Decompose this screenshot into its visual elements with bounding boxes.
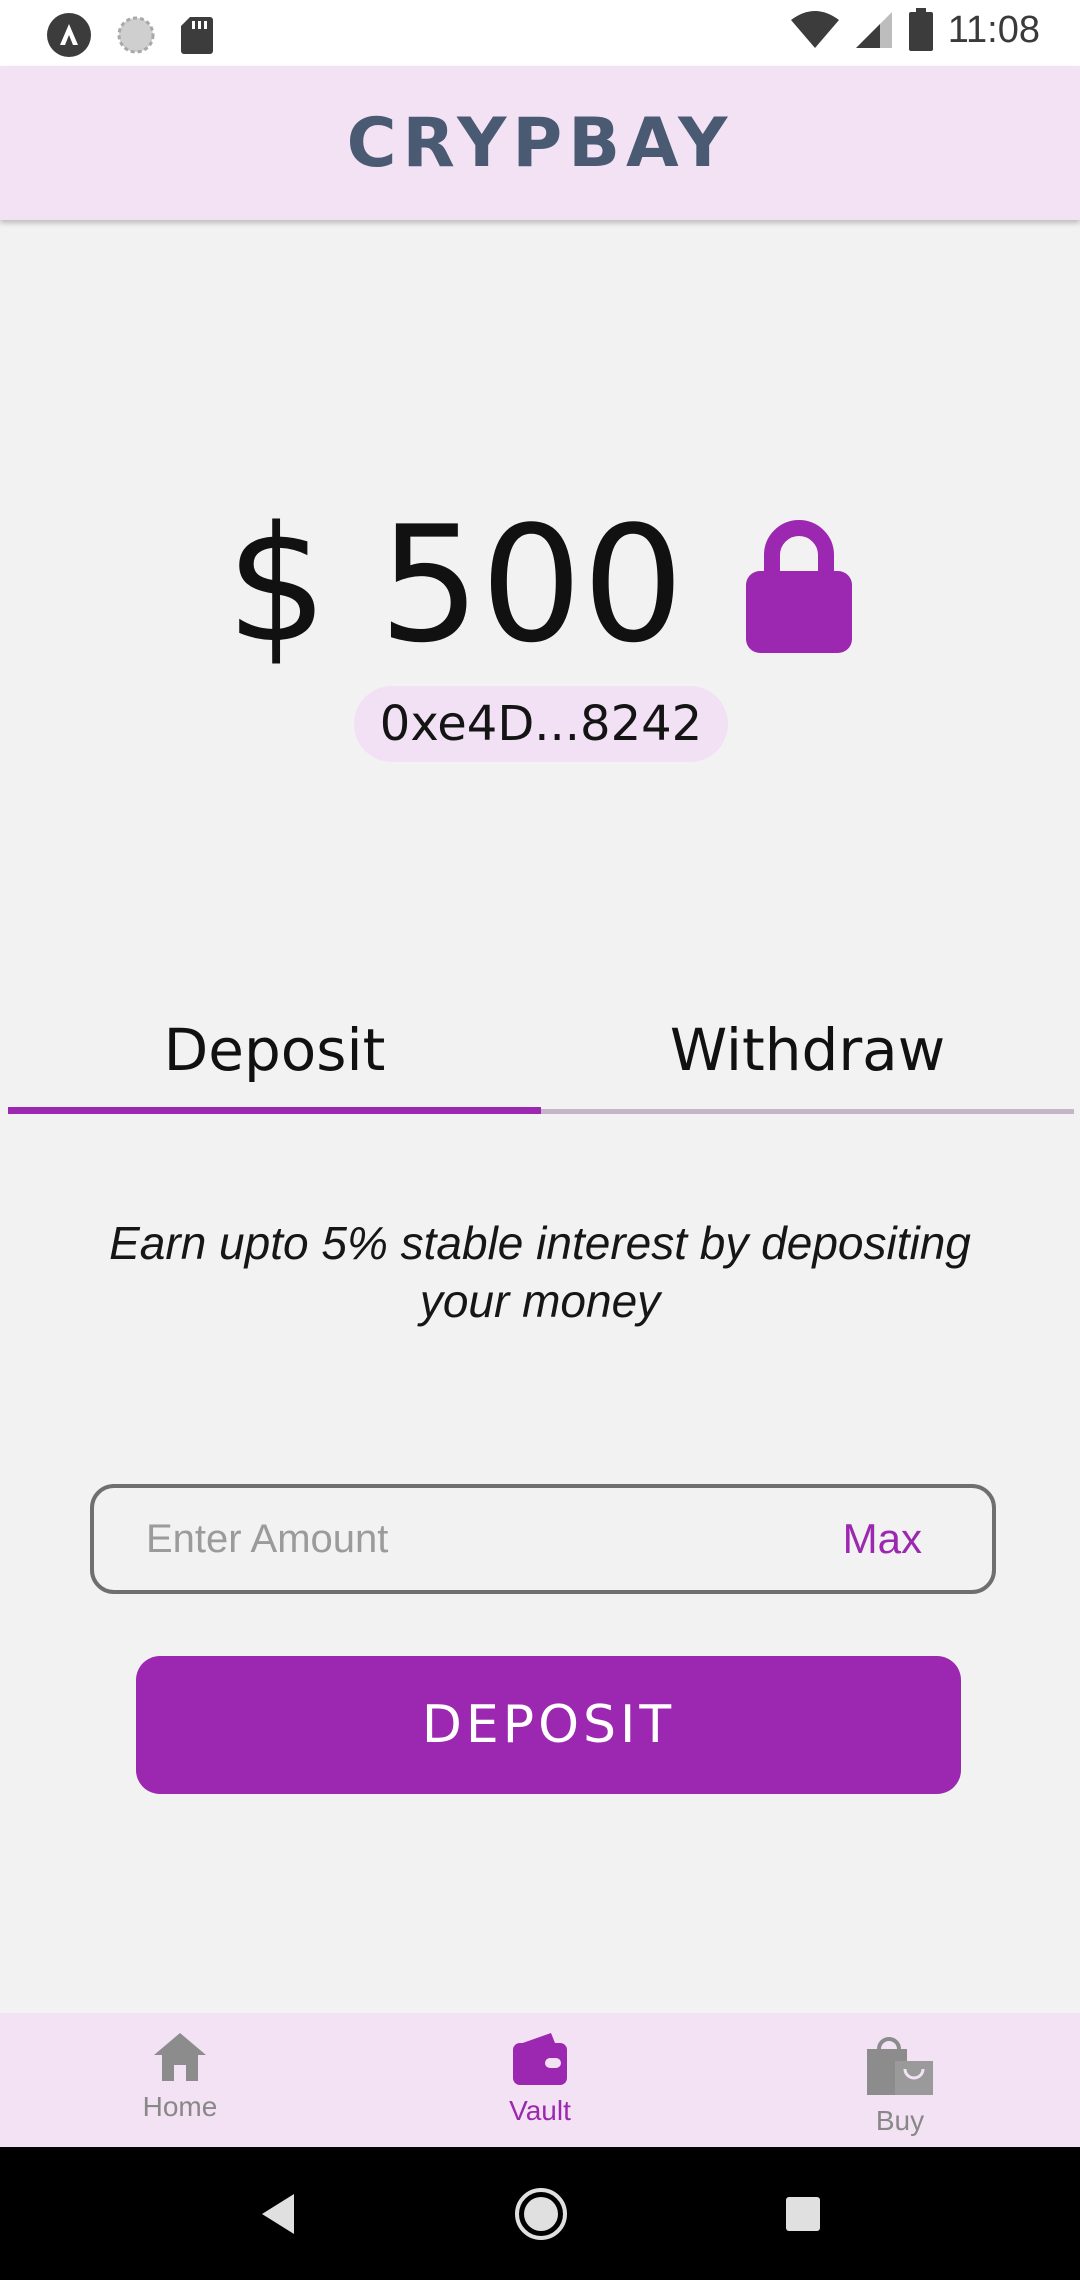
amount-input[interactable] bbox=[144, 1515, 843, 1563]
app-header: CRYPBAY bbox=[0, 66, 1080, 220]
nav-item-vault[interactable]: Vault bbox=[360, 2013, 720, 2147]
recents-icon bbox=[786, 2196, 821, 2231]
home-icon bbox=[154, 2033, 206, 2081]
status-right-icons: 11:08 bbox=[790, 8, 1040, 52]
wifi-icon bbox=[790, 11, 839, 48]
deposit-button-label: DEPOSIT bbox=[421, 1695, 676, 1755]
app-title: CRYPBAY bbox=[346, 103, 734, 183]
nav-label-buy: Buy bbox=[875, 2105, 925, 2136]
balance-row: $ 500 bbox=[0, 490, 1080, 680]
status-bar: 11:08 bbox=[0, 0, 1080, 66]
tab-withdraw[interactable]: Withdraw bbox=[541, 1010, 1074, 1114]
sd-card-icon bbox=[181, 17, 213, 54]
nav-label-home: Home bbox=[142, 2091, 218, 2122]
deposit-button[interactable]: DEPOSIT bbox=[136, 1656, 961, 1794]
status-left-icons bbox=[46, 12, 214, 58]
home-circle-icon bbox=[514, 2187, 567, 2240]
max-button[interactable]: Max bbox=[843, 1515, 922, 1563]
status-time: 11:08 bbox=[947, 8, 1040, 51]
signal-icon bbox=[855, 12, 892, 48]
nav-item-buy[interactable]: Buy bbox=[720, 2013, 1080, 2147]
system-nav-bar bbox=[0, 2147, 1080, 2280]
tab-withdraw-label: Withdraw bbox=[669, 1016, 946, 1084]
vault-balance: $ 500 bbox=[225, 491, 685, 678]
wallet-address-pill[interactable]: 0xe4D...8242 bbox=[354, 686, 728, 762]
app-logo-icon bbox=[47, 13, 91, 57]
amount-field[interactable]: Max bbox=[90, 1484, 996, 1594]
nav-item-home[interactable]: Home bbox=[0, 2013, 360, 2147]
system-back-button[interactable] bbox=[258, 2192, 298, 2236]
lock-icon[interactable] bbox=[744, 515, 854, 655]
bottom-nav: Home Vault Buy bbox=[0, 2013, 1080, 2147]
battery-icon bbox=[908, 8, 933, 51]
sync-icon bbox=[117, 16, 155, 54]
wallet-icon bbox=[513, 2033, 567, 2085]
tab-deposit-label: Deposit bbox=[163, 1016, 386, 1084]
shopping-bag-icon bbox=[867, 2037, 933, 2095]
back-icon bbox=[261, 2193, 294, 2234]
nav-label-vault: Vault bbox=[509, 2095, 571, 2126]
system-recents-button[interactable] bbox=[784, 2195, 822, 2233]
wallet-address: 0xe4D...8242 bbox=[379, 696, 703, 752]
tab-deposit[interactable]: Deposit bbox=[8, 1010, 541, 1114]
vault-tabs: Deposit Withdraw bbox=[8, 1010, 1074, 1114]
system-home-button[interactable] bbox=[513, 2186, 569, 2242]
deposit-info-text: Earn upto 5% stable interest by depositi… bbox=[109, 1217, 971, 1327]
